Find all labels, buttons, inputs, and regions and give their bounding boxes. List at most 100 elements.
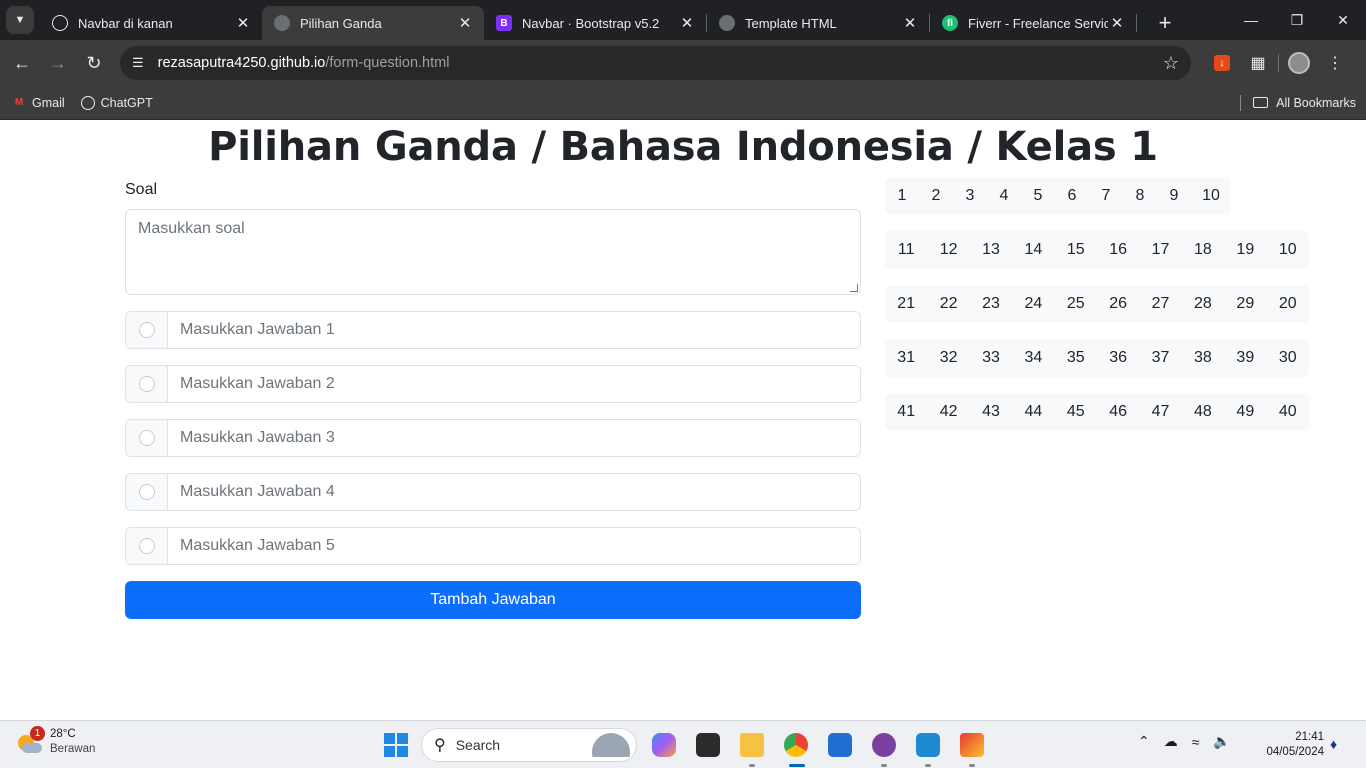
tab-0[interactable]: Navbar di kanan ✕ [40,6,262,40]
store-icon[interactable] [824,729,856,761]
forward-button[interactable]: → [40,45,76,81]
bookmark-gmail[interactable]: M Gmail [12,96,65,110]
wifi-icon[interactable]: ≈ [1192,734,1200,750]
answer-input[interactable]: Masukkan Jawaban 5 [168,528,860,564]
weather-widget[interactable]: 1 28°C Berawan [16,726,95,757]
close-icon[interactable]: ✕ [901,14,919,32]
taskbar-search[interactable]: ⚲ Search [421,728,637,762]
question-number-link[interactable]: 12 [927,231,969,269]
question-number-link[interactable]: 38 [1182,339,1224,377]
question-number-link[interactable]: 20 [1267,285,1309,323]
tab-3[interactable]: Template HTML ✕ [707,6,929,40]
question-number-link[interactable]: 26 [1097,285,1139,323]
answer-radio[interactable] [138,538,155,554]
question-number-link[interactable]: 21 [885,285,927,323]
minimize-icon[interactable]: — [1228,0,1274,40]
question-number-link[interactable]: 7 [1089,177,1123,215]
back-button[interactable]: ← [4,45,40,81]
question-number-link[interactable]: 35 [1055,339,1097,377]
volume-icon[interactable]: 🔈 [1213,733,1230,750]
close-icon[interactable]: ✕ [456,14,474,32]
question-number-link[interactable]: 43 [970,393,1012,431]
terminal-icon[interactable] [692,729,724,761]
question-number-link[interactable]: 15 [1055,231,1097,269]
answer-input[interactable]: Masukkan Jawaban 1 [168,312,860,348]
question-number-link[interactable]: 45 [1055,393,1097,431]
answer-radio[interactable] [138,322,155,338]
address-bar[interactable]: ☰ rezasaputra4250.github.io/form-questio… [120,46,1191,80]
question-number-link[interactable]: 41 [885,393,927,431]
answer-radio[interactable] [138,430,155,446]
question-number-link[interactable]: 40 [1267,393,1309,431]
close-icon[interactable]: ✕ [678,14,696,32]
question-number-link[interactable]: 44 [1012,393,1054,431]
question-number-link[interactable]: 30 [1267,339,1309,377]
answer-radio[interactable] [138,484,155,500]
snipping-tool-icon[interactable] [956,729,988,767]
question-number-link[interactable]: 5 [1021,177,1055,215]
question-number-link[interactable]: 13 [970,231,1012,269]
answer-input[interactable]: Masukkan Jawaban 3 [168,420,860,456]
question-number-link[interactable]: 24 [1012,285,1054,323]
chrome-icon[interactable] [780,729,812,767]
close-window-icon[interactable]: ✕ [1320,0,1366,40]
question-number-link[interactable]: 39 [1224,339,1266,377]
profile-button[interactable] [1281,46,1317,80]
windows-start-icon[interactable] [384,733,408,757]
question-number-link[interactable]: 14 [1012,231,1054,269]
vscode-icon[interactable] [912,729,944,767]
github-desktop-icon[interactable] [868,729,900,767]
question-number-link[interactable]: 37 [1139,339,1181,377]
question-number-link[interactable]: 33 [970,339,1012,377]
question-number-link[interactable]: 16 [1097,231,1139,269]
question-number-link[interactable]: 48 [1182,393,1224,431]
clock[interactable]: 21:41 04/05/2024 [1260,730,1324,760]
question-number-link[interactable]: 8 [1123,177,1157,215]
extensions-menu-button[interactable]: ▦ [1240,46,1276,80]
question-number-link[interactable]: 3 [953,177,987,215]
browser-menu-button[interactable]: ⋮ [1317,46,1353,80]
question-number-link[interactable]: 18 [1182,231,1224,269]
question-number-link[interactable]: 9 [1157,177,1191,215]
question-number-link[interactable]: 6 [1055,177,1089,215]
question-number-link[interactable]: 32 [927,339,969,377]
all-bookmarks[interactable]: All Bookmarks [1240,94,1356,111]
question-number-link[interactable]: 17 [1139,231,1181,269]
bell-icon[interactable]: ♦ [1330,736,1337,752]
soal-textarea[interactable]: Masukkan soal [125,209,861,295]
question-number-link[interactable]: 11 [885,231,927,269]
close-icon[interactable]: ✕ [234,14,252,32]
question-number-link[interactable]: 2 [919,177,953,215]
question-number-link[interactable]: 4 [987,177,1021,215]
question-number-link[interactable]: 49 [1224,393,1266,431]
tab-search-button[interactable]: ▼ [6,6,34,34]
answer-input[interactable]: Masukkan Jawaban 4 [168,474,860,510]
question-number-link[interactable]: 23 [970,285,1012,323]
question-number-link[interactable]: 27 [1139,285,1181,323]
question-number-link[interactable]: 47 [1139,393,1181,431]
chevron-up-icon[interactable]: ⌃ [1138,733,1150,750]
onedrive-icon[interactable]: ☁ [1164,733,1178,750]
extension-button[interactable]: ↓ [1204,46,1240,80]
question-number-link[interactable]: 10 [1191,177,1231,215]
question-number-link[interactable]: 10 [1267,231,1309,269]
question-number-link[interactable]: 25 [1055,285,1097,323]
copilot-icon[interactable] [648,729,680,761]
question-number-link[interactable]: 36 [1097,339,1139,377]
answer-radio[interactable] [138,376,155,392]
question-number-link[interactable]: 46 [1097,393,1139,431]
restore-icon[interactable]: ❐ [1274,0,1320,40]
reload-button[interactable]: ↻ [76,45,112,81]
new-tab-button[interactable]: + [1151,9,1179,37]
resize-grip-icon[interactable] [850,284,858,292]
question-number-link[interactable]: 34 [1012,339,1054,377]
question-number-link[interactable]: 19 [1224,231,1266,269]
file-explorer-icon[interactable] [736,729,768,767]
question-number-link[interactable]: 1 [885,177,919,215]
question-number-link[interactable]: 31 [885,339,927,377]
close-icon[interactable]: ✕ [1108,14,1126,32]
add-answer-button[interactable]: Tambah Jawaban [125,581,861,619]
answer-input[interactable]: Masukkan Jawaban 2 [168,366,860,402]
question-number-link[interactable]: 42 [927,393,969,431]
bookmark-chatgpt[interactable]: ChatGPT [80,95,153,110]
